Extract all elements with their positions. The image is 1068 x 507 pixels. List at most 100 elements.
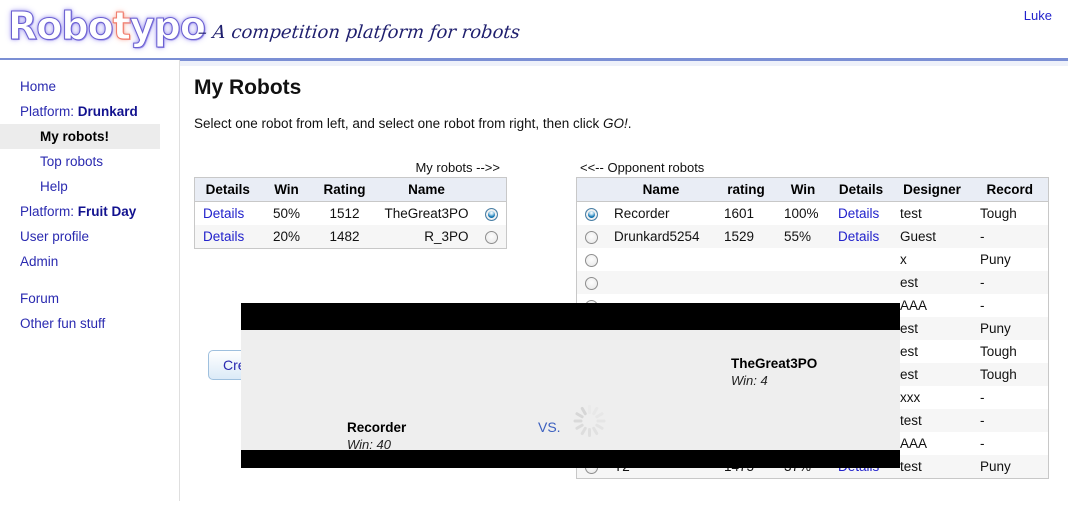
details-link[interactable]: Details [838, 229, 879, 244]
col-name: Name [606, 177, 716, 202]
cell-record: Puny [972, 455, 1048, 479]
cell-rating [716, 248, 776, 271]
cell-details[interactable]: Details [830, 201, 892, 225]
table-row[interactable]: x Puny [576, 248, 1048, 271]
cell-record: - [972, 432, 1048, 455]
left-fighter-info: Recorder Win: 40 [347, 419, 406, 453]
col-win: Win [776, 177, 830, 202]
cell-record: - [972, 294, 1048, 317]
details-link[interactable]: Details [838, 206, 879, 221]
opponent-radio[interactable] [585, 253, 598, 267]
cell-win [776, 271, 830, 294]
cell-record: - [972, 409, 1048, 432]
platform-name-fruit-day: Fruit Day [77, 204, 137, 219]
platform-name-drunkard: Drunkard [77, 104, 138, 119]
table-row[interactable]: Details 20% 1482 R_3PO [194, 225, 507, 249]
col-record: Record [972, 177, 1048, 202]
opponent-radio[interactable] [585, 230, 598, 244]
sidebar-item-other-fun-stuff[interactable]: Other fun stuff [0, 311, 179, 336]
table-row[interactable]: Recorder 1601 100% Details test Tough [576, 201, 1048, 225]
cell-designer: test [892, 455, 972, 479]
col-rating: Rating [312, 177, 377, 202]
col-win: Win [260, 177, 313, 202]
cell-win: 55% [776, 225, 830, 248]
cell-win: 100% [776, 201, 830, 225]
right-fighter-name: TheGreat3PO [731, 356, 818, 371]
left-fighter-name: Recorder [347, 420, 407, 435]
cell-select[interactable] [576, 225, 606, 248]
cell-select[interactable] [576, 201, 606, 225]
user-account-link[interactable]: Luke [1024, 8, 1052, 23]
cell-designer: Guest [892, 225, 972, 248]
sidebar-item-home[interactable]: Home [0, 74, 179, 99]
logo-text-part-a: Robo [8, 4, 115, 49]
sidebar-item-help[interactable]: Help [0, 174, 179, 199]
cell-rating: 1482 [312, 225, 377, 249]
details-link[interactable]: Details [203, 229, 244, 244]
cell-designer: est [892, 363, 972, 386]
cell-record: Tough [972, 363, 1048, 386]
cell-name: R_3PO [376, 225, 477, 249]
cell-designer: AAA [892, 294, 972, 317]
sidebar-item-platform-fruit-day[interactable]: Platform: Fruit Day [0, 199, 179, 224]
table-row[interactable]: est - [576, 271, 1048, 294]
cell-record: Puny [972, 248, 1048, 271]
cell-designer: est [892, 271, 972, 294]
loading-spinner-icon [573, 404, 607, 438]
opponent-robots-label: <<-- Opponent robots [580, 160, 705, 175]
overlay-top-bar [241, 303, 900, 330]
logo-text-highlight: t [112, 4, 131, 49]
sidebar-item-top-robots[interactable]: Top robots [0, 149, 179, 174]
my-robot-radio[interactable] [484, 230, 498, 244]
details-link[interactable]: Details [203, 206, 244, 221]
page-instructions: Select one robot from left, and select o… [194, 116, 1068, 131]
cell-details[interactable] [830, 271, 892, 294]
cell-name [606, 248, 716, 271]
col-rating: rating [716, 177, 776, 202]
cell-select[interactable] [476, 201, 507, 225]
right-fighter-wins: Win: 4 [731, 373, 768, 388]
cell-designer: AAA [892, 432, 972, 455]
col-name: Name [376, 177, 477, 202]
table-row[interactable]: Drunkard5254 1529 55% Details Guest - [576, 225, 1048, 248]
cell-rating: 1601 [716, 201, 776, 225]
cell-record: - [972, 386, 1048, 409]
col-select [576, 177, 606, 202]
cell-details[interactable]: Details [830, 225, 892, 248]
cell-name [606, 271, 716, 294]
cell-record: Tough [972, 340, 1048, 363]
cell-details[interactable]: Details [194, 201, 261, 225]
cell-designer: test [892, 201, 972, 225]
opponent-radio[interactable] [585, 276, 598, 290]
my-robot-radio[interactable] [484, 207, 498, 221]
table-row[interactable]: Details 50% 1512 TheGreat3PO [194, 201, 507, 225]
cell-win: 50% [260, 201, 313, 225]
versus-panel: TheGreat3PO Win: 4 VS. Recorder Win: 40 [241, 330, 900, 453]
sidebar-nav: Home Platform: Drunkard My robots! Top r… [0, 60, 180, 501]
my-robots-table: Details Win Rating Name Details 50% 1512 Th… [194, 177, 507, 249]
cell-designer: xxx [892, 386, 972, 409]
cell-details[interactable]: Details [194, 225, 261, 249]
page-title: My Robots [194, 76, 302, 99]
platform-prefix-label: Platform: [20, 104, 78, 119]
sidebar-item-platform-drunkard[interactable]: Platform: Drunkard [0, 99, 179, 124]
opponent-radio[interactable] [585, 207, 598, 221]
col-designer: Designer [892, 177, 972, 202]
versus-overlay: TheGreat3PO Win: 4 VS. Recorder Win: 40 [241, 303, 900, 468]
site-logo[interactable]: Robotypo [8, 4, 207, 49]
cell-designer: test [892, 409, 972, 432]
page-body: Home Platform: Drunkard My robots! Top r… [0, 60, 1068, 501]
sidebar-item-admin[interactable]: Admin [0, 249, 179, 274]
cell-select[interactable] [576, 271, 606, 294]
cell-select[interactable] [576, 248, 606, 271]
my-robots-panel: My robots -->> Details Win Rating Name D… [194, 160, 514, 380]
sidebar-item-user-profile[interactable]: User profile [0, 224, 179, 249]
table-header-row: Details Win Rating Name [194, 177, 507, 202]
sidebar-item-my-robots[interactable]: My robots! [0, 124, 160, 149]
cell-record: - [972, 271, 1048, 294]
cell-select[interactable] [476, 225, 507, 249]
cell-rating: 1529 [716, 225, 776, 248]
cell-details[interactable] [830, 248, 892, 271]
sidebar-item-forum[interactable]: Forum [0, 286, 179, 311]
